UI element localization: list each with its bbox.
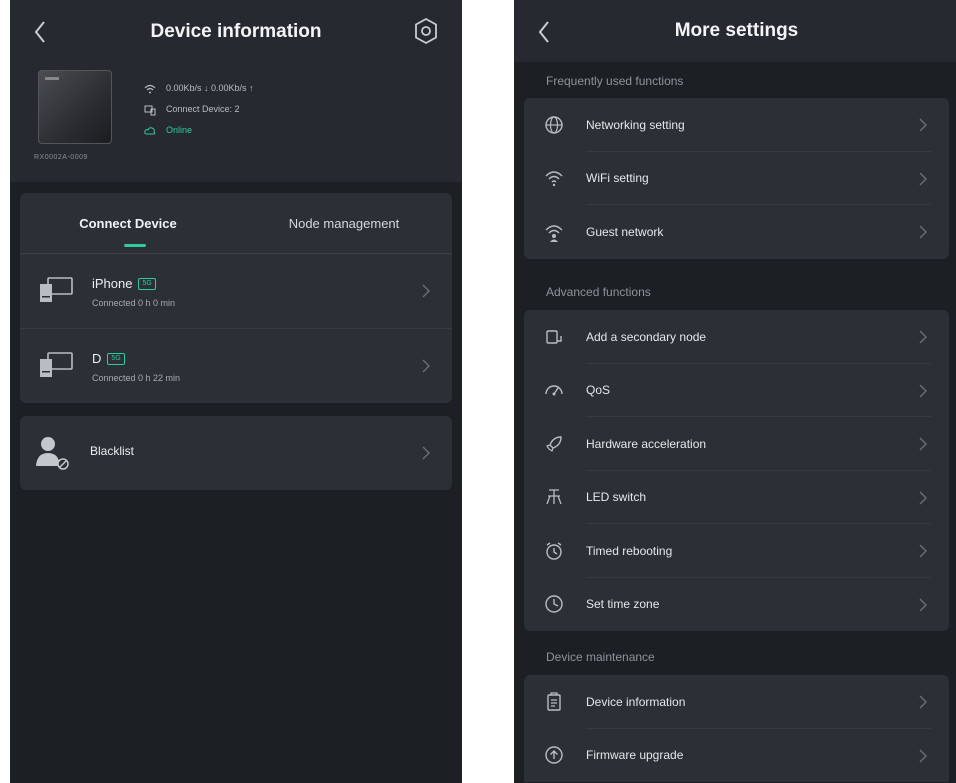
connected-duration: Connected 0 h 0 min xyxy=(92,298,176,308)
chevron-right-icon xyxy=(919,384,927,397)
status-online: Online xyxy=(166,125,193,135)
list-item[interactable]: D 5G Connected 0 h 22 min xyxy=(20,329,452,403)
chevron-right-icon xyxy=(919,172,927,185)
chevron-right-icon xyxy=(422,446,430,460)
settings-item-time-zone[interactable]: Set time zone xyxy=(524,578,949,632)
section-title: Advanced functions xyxy=(546,285,651,299)
settings-group-frequent: Networking setting WiFi setting Guest ne… xyxy=(524,98,949,259)
settings-item-label: Add a secondary node xyxy=(586,329,707,344)
device-stats: 0.00Kb/s ↓ 0.00Kb/s ↑ Connect Device: 2 … xyxy=(144,78,254,141)
chevron-right-icon xyxy=(919,330,927,344)
settings-item-qos[interactable]: QoS xyxy=(524,364,949,418)
settings-item-device-information[interactable]: Device information xyxy=(524,675,949,729)
computer-icon xyxy=(40,277,73,302)
page-title: Device information xyxy=(150,21,322,42)
chevron-right-icon xyxy=(919,749,927,762)
device-name: D xyxy=(92,351,102,366)
computer-icon xyxy=(40,352,73,377)
settings-item-hardware-acceleration[interactable]: Hardware acceleration xyxy=(524,417,949,471)
settings-item-label: Guest network xyxy=(586,224,664,239)
alarm-icon xyxy=(546,542,562,560)
settings-item-led-switch[interactable]: LED switch xyxy=(524,471,949,525)
chevron-right-icon xyxy=(919,118,927,132)
chevron-right-icon xyxy=(919,491,927,504)
list-item[interactable]: iPhone 5G Connected 0 h 0 min xyxy=(20,254,452,329)
chevron-right-icon xyxy=(919,225,927,239)
settings-item-timed-rebooting[interactable]: Timed rebooting xyxy=(524,524,949,578)
settings-item-label: Set time zone xyxy=(586,597,660,612)
section-title: Device maintenance xyxy=(546,650,655,664)
blocked-user-icon xyxy=(36,437,69,470)
tab-bar: Connect Device Node management xyxy=(20,193,452,254)
more-settings-screen: More settings Frequently used functions … xyxy=(514,0,956,783)
settings-group-advanced: Add a secondary node QoS Hardware accele… xyxy=(524,310,949,631)
settings-item-wifi[interactable]: WiFi setting xyxy=(524,152,949,206)
connect-device-count: Connect Device: 2 xyxy=(166,104,240,114)
device-name: iPhone xyxy=(92,276,133,291)
node-icon xyxy=(546,330,562,344)
router-image xyxy=(38,70,112,144)
devices-icon xyxy=(144,105,156,115)
settings-item-guest-network[interactable]: Guest network xyxy=(524,205,949,259)
chevron-right-icon xyxy=(919,544,927,558)
globe-icon xyxy=(545,116,563,134)
top-bar: Device information xyxy=(10,0,462,64)
blacklist-label: Blacklist xyxy=(90,444,135,458)
settings-item-label: Networking setting xyxy=(586,117,685,132)
led-icon xyxy=(546,489,562,505)
settings-item-label: LED switch xyxy=(586,490,647,505)
device-header: RX0002A-0009 0.00Kb/s ↓ 0.00Kb/s ↑ Conne… xyxy=(10,64,462,182)
back-arrow-icon[interactable] xyxy=(28,16,52,48)
qos-icon xyxy=(545,385,563,396)
settings-item-add-node[interactable]: Add a secondary node xyxy=(524,310,949,364)
chevron-right-icon xyxy=(422,284,430,298)
speed-text: 0.00Kb/s ↓ 0.00Kb/s ↑ xyxy=(166,83,254,93)
gear-icon[interactable] xyxy=(412,17,440,45)
tab-connect-device[interactable]: Connect Device xyxy=(20,216,236,231)
guest-wifi-icon xyxy=(545,225,563,242)
section-title: Frequently used functions xyxy=(546,74,684,88)
band-badge: 5G xyxy=(138,277,156,290)
connected-devices-card: Connect Device Node management iPhone 5G … xyxy=(20,193,452,403)
cloud-icon xyxy=(144,126,156,134)
settings-item-label: QoS xyxy=(586,383,611,398)
settings-item-label: WiFi setting xyxy=(586,171,649,186)
page-title: More settings xyxy=(674,20,799,41)
tab-node-management[interactable]: Node management xyxy=(236,216,452,231)
connected-duration: Connected 0 h 22 min xyxy=(92,373,181,383)
settings-group-maintenance: Device information Firmware upgrade xyxy=(524,675,949,782)
settings-item-label: Timed rebooting xyxy=(586,543,673,558)
device-info-icon xyxy=(547,692,561,711)
active-tab-indicator xyxy=(124,244,146,247)
wifi-icon xyxy=(144,84,156,93)
chevron-right-icon xyxy=(919,695,927,709)
chevron-right-icon xyxy=(919,598,927,611)
blacklist-card: Blacklist xyxy=(20,416,452,490)
chevron-right-icon xyxy=(422,359,430,373)
rocket-icon xyxy=(546,436,562,452)
chevron-right-icon xyxy=(919,437,927,451)
top-bar: More settings xyxy=(514,0,956,62)
settings-item-firmware-upgrade[interactable]: Firmware upgrade xyxy=(524,729,949,783)
wifi-icon xyxy=(545,171,563,187)
settings-item-label: Device information xyxy=(586,694,686,709)
blacklist-item[interactable]: Blacklist xyxy=(20,416,452,490)
device-id: RX0002A-0009 xyxy=(34,154,88,161)
upgrade-icon xyxy=(545,746,563,764)
settings-item-networking[interactable]: Networking setting xyxy=(524,98,949,152)
back-arrow-icon[interactable] xyxy=(532,16,556,48)
band-badge: 5G xyxy=(107,352,125,365)
device-information-screen: Device information RX0002A-0009 0.00Kb/s… xyxy=(10,0,462,783)
clock-icon xyxy=(545,595,563,613)
settings-item-label: Firmware upgrade xyxy=(586,748,684,763)
settings-item-label: Hardware acceleration xyxy=(586,436,707,451)
